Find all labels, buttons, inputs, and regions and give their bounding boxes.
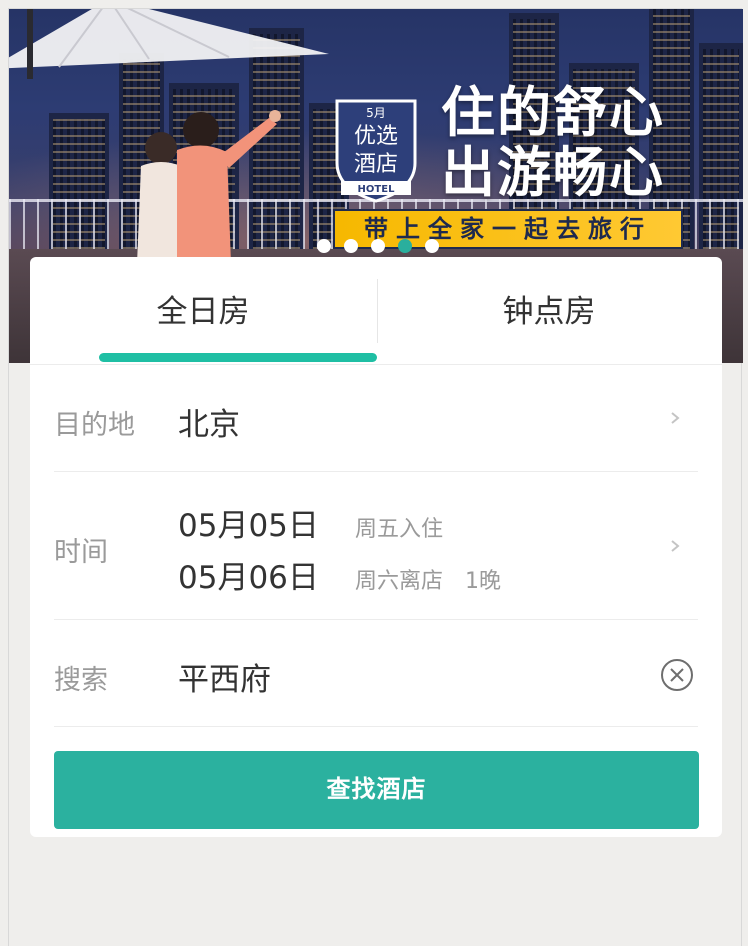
carousel-dot[interactable]	[344, 239, 358, 253]
time-label: 时间	[54, 537, 108, 568]
carousel-dot[interactable]	[317, 239, 331, 253]
tab-selected-indicator	[99, 353, 377, 362]
tab-divider	[377, 279, 378, 343]
search-row[interactable]: 搜索 平西府	[54, 620, 698, 727]
tab-full-day[interactable]: 全日房	[30, 257, 376, 365]
nights-count: 1晚	[465, 569, 502, 594]
destination-row[interactable]: 目的地 北京	[54, 365, 698, 472]
clear-icon[interactable]	[660, 658, 694, 692]
badge-line2: 酒店	[354, 152, 398, 177]
checkin-note: 周五入住	[355, 517, 444, 542]
checkout-date: 05月06日	[178, 560, 319, 596]
carousel-dots[interactable]	[317, 239, 439, 253]
couple-illustration	[137, 110, 281, 264]
badge-ribbon: HOTEL	[358, 184, 396, 195]
badge-line1: 优选	[354, 124, 398, 149]
date-row[interactable]: 时间 05月05日 周五入住 05月06日 周六离店 1晚	[54, 472, 698, 620]
checkin-date: 05月05日	[178, 508, 319, 544]
headline-line1: 住的舒心	[441, 81, 665, 144]
search-hotel-button[interactable]: 查找酒店	[54, 751, 699, 829]
room-type-tabs: 全日房 钟点房	[30, 257, 722, 365]
carousel-dot[interactable]	[425, 239, 439, 253]
umbrella	[9, 9, 329, 79]
promo-badge: 5月 优选 酒店 HOTEL	[335, 99, 417, 203]
badge-month: 5月	[366, 106, 386, 120]
search-input[interactable]: 平西府	[178, 654, 271, 699]
app-frame: 5月 优选 酒店 HOTEL 住的舒心 出游畅心 带上全家一起去旅行 全日房 钟…	[8, 8, 743, 946]
chevron-right-icon	[671, 412, 680, 424]
chevron-right-icon	[671, 540, 680, 552]
checkout-line[interactable]: 05月06日 周六离店 1晚	[178, 552, 501, 597]
carousel-dot[interactable]	[371, 239, 385, 253]
destination-value[interactable]: 北京	[178, 399, 240, 444]
booking-card: 全日房 钟点房 目的地 北京 时间 05月05日 周五入住 05月06日 周六离…	[30, 257, 722, 837]
search-label: 搜索	[54, 665, 108, 696]
headline-line2: 出游畅心	[441, 141, 665, 204]
checkin-line[interactable]: 05月05日 周五入住	[178, 500, 443, 545]
tab-hourly[interactable]: 钟点房	[376, 257, 722, 365]
banner-headline: 住的舒心 出游畅心	[441, 83, 731, 203]
checkout-note: 周六离店	[355, 569, 444, 594]
carousel-dot-active[interactable]	[398, 239, 412, 253]
destination-label: 目的地	[54, 410, 135, 441]
